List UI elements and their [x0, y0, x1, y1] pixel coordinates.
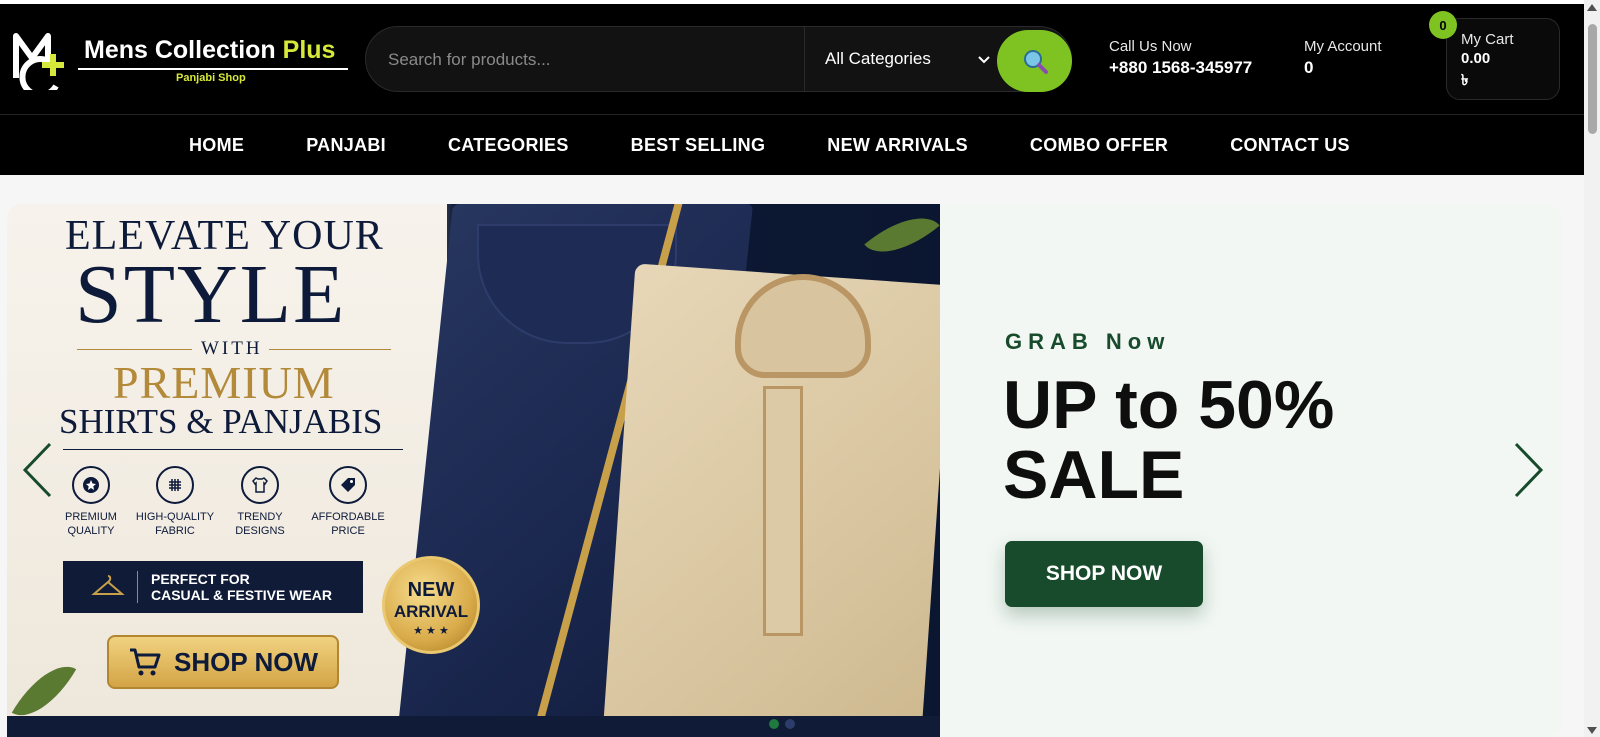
search-icon [1023, 50, 1048, 74]
badge-stars: ★ ★ ★ [413, 625, 449, 637]
hero-banner-image[interactable]: ELEVATE YOUR STYLE WITH PREMIUM SHIRTS &… [7, 204, 940, 737]
account-label: My Account [1304, 38, 1382, 55]
feature-label: AFFORDABLE PRICE [305, 510, 391, 538]
cart-label: My Cart [1461, 31, 1514, 48]
price-tag-icon [329, 466, 367, 504]
cart-button[interactable]: My Cart 0.00 ৳ [1446, 18, 1560, 100]
star-badge-icon [72, 466, 110, 504]
feature-label-2: DESIGNS [235, 525, 285, 537]
slider-next-button[interactable] [1514, 442, 1544, 498]
chevron-left-icon [22, 442, 52, 498]
brand-name-plus: Plus [282, 36, 336, 64]
search-bar: All Categories [365, 26, 1072, 92]
badge-line-2: ARRIVAL [393, 602, 469, 621]
new-arrival-badge: NEW ARRIVAL ★ ★ ★ [382, 556, 480, 654]
perfect-for-line-2: CASUAL & FESTIVE WEAR [151, 587, 332, 603]
brand-subtitle: Panjabi Shop [176, 72, 246, 84]
scrollbar-thumb[interactable] [1588, 24, 1597, 134]
feature-label-2: PRICE [331, 525, 365, 537]
nav-item-combo-offer[interactable]: COMBO OFFER [1030, 135, 1168, 156]
feature-label-1: TRENDY [237, 511, 283, 523]
category-select[interactable]: All Categories [804, 27, 1004, 91]
chevron-right-icon [1514, 442, 1544, 498]
cart-currency: ৳ [1461, 72, 1469, 89]
category-select-value: All Categories [825, 49, 931, 68]
feature-label: TRENDY DESIGNS [217, 510, 303, 538]
main-nav: HOME PANJABI CATEGORIES BEST SELLING NEW… [0, 114, 1584, 175]
panjabi-placket [763, 386, 803, 636]
search-input[interactable] [388, 45, 788, 75]
slider-prev-button[interactable] [22, 442, 52, 498]
promo-kicker: GRAB Now [1005, 329, 1171, 354]
nav-item-new-arrivals[interactable]: NEW ARRIVALS [827, 135, 968, 156]
call-label: Call Us Now [1109, 38, 1192, 55]
hero-slider: ELEVATE YOUR STYLE WITH PREMIUM SHIRTS &… [7, 204, 1562, 737]
feature-label: PREMIUM QUALITY [48, 510, 134, 538]
next-section-strip [7, 716, 940, 737]
account-value: 0 [1304, 58, 1314, 77]
nav-item-home[interactable]: HOME [189, 135, 244, 156]
perfect-for-line-1: PERFECT FOR [151, 571, 250, 587]
badge-line-1: NEW [407, 579, 455, 601]
site-header: Mens Collection Plus Panjabi Shop All Ca… [0, 4, 1584, 114]
cart-amount: 0.00 [1461, 50, 1491, 67]
banner-headline-2: STYLE [75, 248, 347, 341]
nav-item-contact-us[interactable]: CONTACT US [1230, 135, 1350, 156]
shop-now-button[interactable]: SHOP NOW [1005, 541, 1203, 607]
feature-label-2: QUALITY [67, 525, 115, 537]
banner-shop-now-button[interactable]: SHOP NOW [107, 635, 339, 689]
banner-rule-right [269, 349, 391, 350]
logo-underline [78, 68, 348, 70]
banner-rule-left [77, 349, 192, 350]
leaf-decoration-top [864, 204, 940, 271]
brand-name: Mens Collection Plus [84, 36, 335, 65]
brand-logo[interactable]: Mens Collection Plus Panjabi Shop [12, 26, 348, 96]
search-button[interactable] [997, 30, 1072, 92]
cart-count-badge: 0 [1429, 11, 1457, 39]
fabric-grid-icon [156, 466, 194, 504]
scroll-down-arrow-icon[interactable] [1587, 727, 1597, 734]
scroll-up-arrow-icon[interactable] [1587, 4, 1597, 11]
phone-number: +880 1568-345977 [1109, 58, 1253, 77]
nav-item-best-selling[interactable]: BEST SELLING [631, 135, 766, 156]
chevron-down-icon [978, 51, 990, 67]
hanger-icon [91, 575, 125, 595]
feature-trendy-designs: TRENDY DESIGNS [217, 466, 303, 538]
perfect-for-panel: PERFECT FOR CASUAL & FESTIVE WEAR [63, 561, 363, 613]
brand-name-main: Mens Collection [84, 36, 283, 64]
my-account[interactable]: My Account 0 [1304, 38, 1382, 78]
feature-affordable-price: AFFORDABLE PRICE [305, 466, 391, 538]
feature-label-1: HIGH-QUALITY [135, 511, 215, 523]
slider-dot-active[interactable] [769, 719, 779, 729]
feature-label-1: PREMIUM [65, 511, 117, 523]
call-us[interactable]: Call Us Now +880 1568-345977 [1109, 38, 1252, 78]
logo-mark-icon [13, 33, 64, 90]
banner-headline-5: SHIRTS & PANJABIS [59, 402, 383, 441]
banner-shop-now-label: SHOP NOW [174, 646, 318, 677]
promo-title: UP to 50% SALE [1003, 367, 1335, 513]
panel-divider [137, 571, 138, 603]
nav-item-categories[interactable]: CATEGORIES [448, 135, 569, 156]
feature-label: HIGH-QUALITY FABRIC [132, 510, 218, 538]
perfect-for-text: PERFECT FOR CASUAL & FESTIVE WEAR [151, 571, 332, 603]
slider-dot[interactable] [785, 719, 795, 729]
shirt-icon [241, 466, 279, 504]
banner-rule-bottom [63, 449, 403, 450]
feature-label-1: AFFORDABLE [311, 511, 385, 523]
feature-label-2: FABRIC [155, 525, 195, 537]
nav-item-panjabi[interactable]: PANJABI [306, 135, 386, 156]
feature-premium-quality: PREMIUM QUALITY [48, 466, 134, 538]
feature-high-quality-fabric: HIGH-QUALITY FABRIC [132, 466, 218, 538]
cart-icon [130, 648, 161, 676]
